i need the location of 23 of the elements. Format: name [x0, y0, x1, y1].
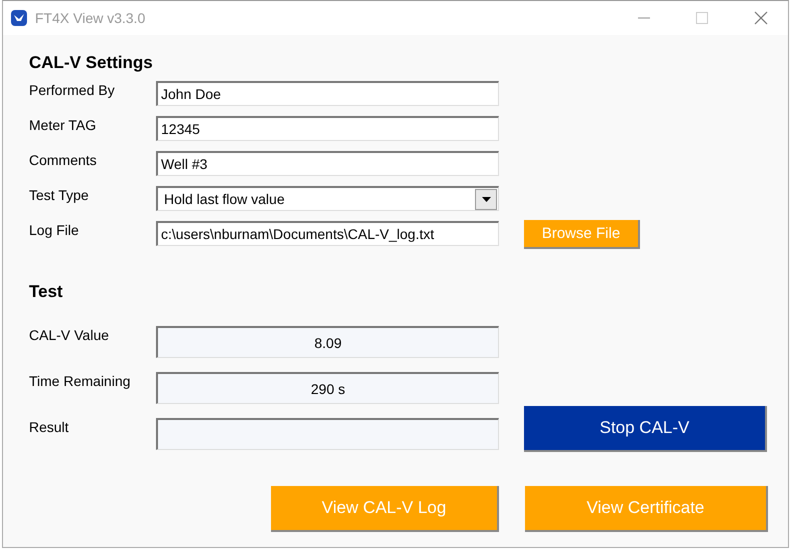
field-label: Performed By — [29, 81, 116, 98]
close-icon[interactable] — [754, 11, 768, 25]
text-field[interactable]: c:\users\nburnam\Documents\CAL-V_log.txt — [156, 221, 499, 246]
section-heading: Test — [29, 282, 64, 302]
section-heading: CAL-V Settings — [29, 53, 154, 73]
field-label: Time Remaining — [29, 372, 132, 389]
window-title: FT4X View v3.3.0 — [35, 10, 146, 26]
field-label: Result — [29, 418, 70, 435]
field-label: Meter TAG — [29, 116, 98, 133]
field-label: Log File — [29, 221, 80, 238]
text-field[interactable]: 12345 — [156, 116, 499, 141]
stop-button[interactable]: Stop CAL-V — [524, 406, 767, 452]
field-label: Comments — [29, 151, 98, 168]
field-label: CAL-V Value — [29, 326, 110, 343]
readout-field[interactable] — [156, 418, 499, 450]
field-label: Test Type — [29, 186, 90, 203]
text-field[interactable]: John Doe — [156, 81, 499, 106]
readout-field[interactable]: 8.09 — [156, 326, 499, 358]
text-field[interactable]: Well #3 — [156, 151, 499, 176]
dropdown-arrow-icon — [482, 196, 490, 202]
readout-field[interactable]: 290 s — [156, 372, 499, 404]
app-icon — [11, 10, 27, 26]
dropdown[interactable]: Hold last flow value — [156, 186, 499, 211]
